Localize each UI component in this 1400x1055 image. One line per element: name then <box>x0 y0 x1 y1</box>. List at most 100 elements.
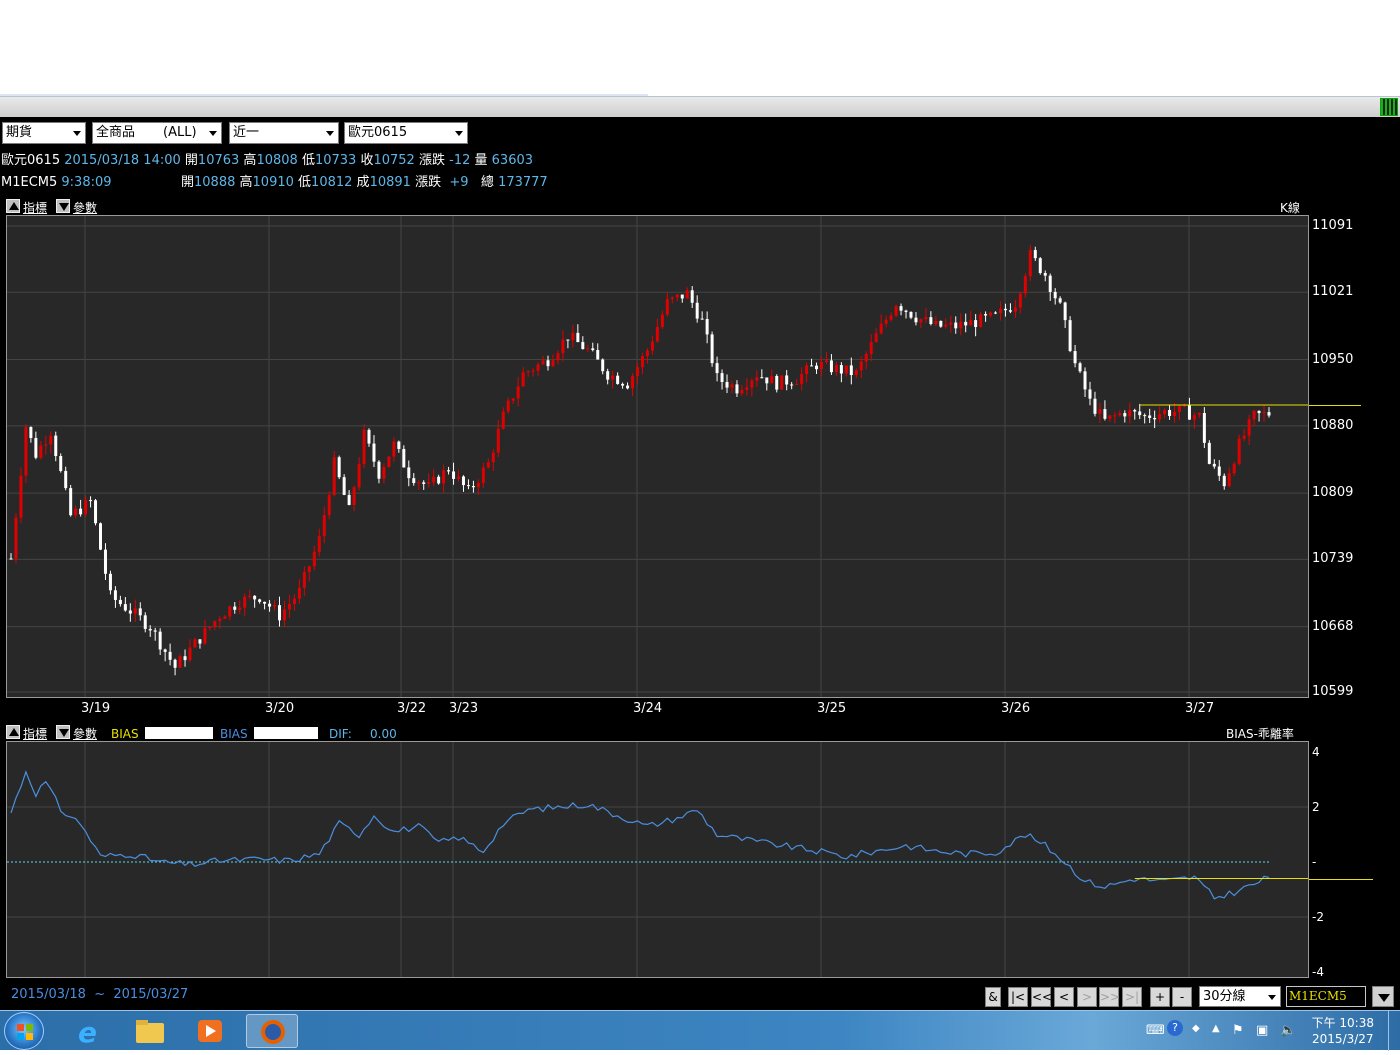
candle-body <box>998 308 1002 313</box>
kline-y-tick: 10668 <box>1312 618 1354 634</box>
candle-body <box>720 373 724 382</box>
candle-body <box>735 384 739 394</box>
candle-body <box>879 323 883 334</box>
ie-taskbar-button[interactable]: e <box>64 1014 116 1049</box>
candle-body <box>541 360 545 365</box>
candle-body <box>253 595 257 600</box>
candle-body <box>128 610 132 614</box>
nav-button-2[interactable]: << <box>1031 987 1052 1007</box>
indicator-label[interactable]: 指標 <box>23 201 47 215</box>
bias-chart-panel[interactable] <box>6 741 1309 978</box>
candle-body <box>198 639 202 644</box>
candle-body <box>69 488 73 516</box>
window-top-area <box>0 0 1400 96</box>
candle-body <box>670 297 674 300</box>
candle-body <box>19 475 23 518</box>
help-icon[interactable]: ? <box>1167 1020 1183 1036</box>
grip-icon[interactable] <box>1380 98 1398 116</box>
sub-param-label[interactable]: 參數 <box>73 727 97 741</box>
high-label: 高 <box>239 175 253 190</box>
keyboard-icon[interactable]: ⌨ <box>1146 1023 1165 1038</box>
indicator-toggle-button[interactable] <box>6 199 20 213</box>
param-toggle-button[interactable] <box>56 199 70 213</box>
candle-body <box>1232 463 1236 474</box>
sub-indicator-label[interactable]: 指標 <box>23 727 47 741</box>
symbol-value: M1ECM5 <box>1289 989 1347 1003</box>
candle-body <box>168 651 172 660</box>
market-select[interactable]: 期貨 <box>2 122 86 144</box>
svg-text:e: e <box>78 1016 97 1048</box>
candle-body <box>437 476 441 484</box>
product-select[interactable]: 全商品 (ALL) <box>92 122 222 144</box>
kline-chart-panel[interactable] <box>6 215 1309 698</box>
nav-button-1[interactable]: |< <box>1008 987 1028 1007</box>
candle-body <box>1202 412 1206 443</box>
period-select[interactable]: 近一 <box>229 122 339 144</box>
date-to: 2015/03/27 <box>113 987 189 1002</box>
candle-body <box>675 294 679 298</box>
open-label: 開 <box>184 153 198 168</box>
volume-icon[interactable]: 🔈 <box>1280 1023 1296 1038</box>
candle-body <box>1227 473 1231 487</box>
symbol-input[interactable]: M1ECM5 <box>1286 986 1366 1007</box>
kline-x-tick: 3/20 <box>265 701 295 716</box>
candle-body <box>417 482 421 484</box>
show-desktop-button[interactable] <box>1388 1011 1400 1051</box>
nav-button-8[interactable]: - <box>1172 987 1192 1007</box>
candle-body <box>680 294 684 299</box>
chevron-down-icon <box>455 131 463 136</box>
clock-date: 2015/3/27 <box>1312 1032 1374 1046</box>
candle-body <box>1217 466 1221 476</box>
candle-body <box>730 384 734 388</box>
bias-chart[interactable] <box>7 742 1308 977</box>
flag-icon[interactable]: ⚑ <box>1232 1023 1244 1038</box>
candle-body <box>636 367 640 377</box>
sub-indicator-toggle-button[interactable] <box>6 725 20 739</box>
candle-body <box>133 608 137 614</box>
nav-button-3[interactable]: < <box>1054 987 1074 1007</box>
nav-button-4[interactable]: > <box>1077 987 1097 1007</box>
volume-label: 量 <box>474 153 488 168</box>
candle-body <box>780 375 784 390</box>
quote-time: 9:38:09 <box>61 175 112 190</box>
nav-button-7[interactable]: + <box>1150 987 1170 1007</box>
interval-select[interactable]: 30分線 <box>1199 986 1281 1007</box>
media-player-taskbar-button[interactable] <box>184 1014 236 1048</box>
candle-body <box>511 398 515 401</box>
nav-button-5[interactable]: >> <box>1099 987 1120 1007</box>
dif-label: DIF: <box>329 727 352 741</box>
candle-body <box>203 627 207 644</box>
candle-body <box>1187 405 1191 420</box>
candle-body <box>1073 351 1077 364</box>
ime-icon[interactable]: ◆ <box>1192 1023 1200 1034</box>
kline-chart[interactable] <box>7 216 1308 697</box>
candle-body <box>476 482 480 488</box>
candle-body <box>854 370 858 376</box>
candle-body <box>929 317 933 325</box>
network-icon[interactable]: ▣ <box>1256 1023 1268 1038</box>
taskbar-clock[interactable]: 下午 10:38 2015/3/27 <box>1312 1015 1374 1047</box>
candle-body <box>471 486 475 488</box>
tray-expand-icon[interactable]: ▲ <box>1212 1023 1220 1034</box>
contract-select[interactable]: 歐元0615 <box>344 122 468 144</box>
candle-body <box>844 365 848 374</box>
candle-body <box>491 452 495 463</box>
nav-button-0[interactable]: & <box>985 987 1001 1007</box>
candle-body <box>317 536 321 552</box>
candle-body <box>94 500 98 524</box>
candle-body <box>49 435 53 445</box>
explorer-taskbar-button[interactable] <box>124 1014 176 1048</box>
nav-button-6[interactable]: >| <box>1122 987 1142 1007</box>
candle-body <box>332 457 336 495</box>
candle-body <box>989 312 993 316</box>
sub-param-toggle-button[interactable] <box>56 725 70 739</box>
candle-body <box>964 321 968 326</box>
candle-body <box>516 386 520 399</box>
candle-body <box>1212 463 1216 467</box>
firefox-taskbar-button[interactable] <box>246 1014 298 1048</box>
candle-body <box>864 353 868 362</box>
start-button[interactable] <box>4 1012 44 1050</box>
param-label[interactable]: 參數 <box>73 201 97 215</box>
candle-body <box>1158 414 1162 420</box>
symbol-dropdown-button[interactable] <box>1372 986 1394 1007</box>
